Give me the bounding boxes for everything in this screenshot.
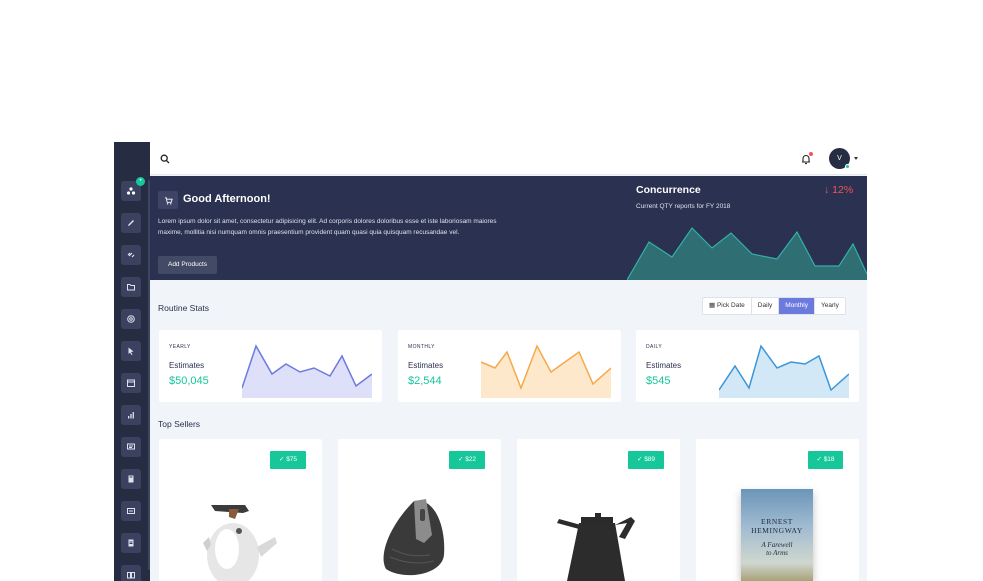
- stat-period-label: MONTHLY: [408, 344, 435, 350]
- online-status-dot: [845, 164, 850, 169]
- book-icon: [128, 475, 134, 483]
- app-window: • V Good Afternoon! Lorem ipsum dolor si…: [114, 142, 867, 581]
- folder-icon: [127, 284, 135, 291]
- pencil-icon: [128, 220, 134, 226]
- stat-estimates-label: Estimates: [169, 361, 205, 370]
- product-card-book[interactable]: ✓ $18 ERNEST HEMINGWAY A Farewell to Arm…: [696, 439, 859, 581]
- sidebar-item-support[interactable]: [121, 309, 141, 329]
- stat-value: $545: [646, 375, 671, 387]
- greeting-text: Lorem ipsum dolor sit amet, consectetur …: [158, 218, 497, 236]
- concurrence-subtitle: Current QTY reports for FY 2018: [636, 203, 731, 210]
- book-title-line-1: A Farewell: [761, 541, 793, 549]
- cursor-icon: [128, 347, 134, 355]
- chart-icon: [128, 412, 134, 419]
- tab-monthly[interactable]: Monthly: [779, 298, 815, 314]
- stat-estimates-label: Estimates: [646, 361, 682, 370]
- open-book-icon: [127, 572, 135, 579]
- sidebar-item-edit[interactable]: [121, 213, 141, 233]
- price-badge: ✓ $75: [270, 451, 306, 469]
- price-badge: ✓ $22: [449, 451, 485, 469]
- sidebar-item-files[interactable]: [121, 277, 141, 297]
- period-selector: ▦ Pick Date Daily Monthly Yearly: [702, 297, 846, 315]
- stat-card-monthly: MONTHLY Estimates $2,544: [398, 330, 621, 402]
- stat-period-label: DAILY: [646, 344, 663, 350]
- pick-date-button[interactable]: ▦ Pick Date: [703, 298, 752, 314]
- sidebar-item-select[interactable]: [121, 341, 141, 361]
- routine-stats-title: Routine Stats: [158, 303, 210, 313]
- sidebar-item-library[interactable]: [121, 565, 141, 581]
- sidebar-item-messages[interactable]: [121, 437, 141, 457]
- sidebar-item-analytics[interactable]: [121, 405, 141, 425]
- greeting-title: Good Afternoon!: [183, 193, 271, 205]
- chat-icon: [127, 443, 135, 450]
- stat-estimates-label: Estimates: [408, 361, 444, 370]
- cart-icon: [158, 191, 178, 209]
- lifebuoy-icon: [127, 315, 135, 323]
- calendar-icon: [127, 379, 135, 387]
- calendar-icon: ▦: [709, 302, 717, 309]
- kettle-image: [203, 505, 277, 581]
- stat-value: $2,544: [408, 375, 442, 387]
- tab-daily[interactable]: Daily: [752, 298, 780, 314]
- price-badge: ✓ $18: [808, 451, 843, 469]
- book-author-line-2: HEMINGWAY: [751, 526, 803, 535]
- product-card-pour-over-kettle[interactable]: ✓ $89: [517, 439, 680, 581]
- top-sellers-title: Top Sellers: [158, 419, 201, 429]
- mouse-image: [383, 499, 445, 576]
- add-products-button[interactable]: Add Products: [158, 256, 217, 274]
- book-image: ERNEST HEMINGWAY A Farewell to Arms: [741, 489, 813, 581]
- sidebar-item-book[interactable]: [121, 469, 141, 489]
- hero-banner: Good Afternoon! Lorem ipsum dolor sit am…: [150, 176, 867, 280]
- daily-sparkline: [719, 344, 849, 398]
- yearly-sparkline: [242, 344, 372, 398]
- sidebar-item-docs[interactable]: [121, 533, 141, 553]
- sidebar-item-card[interactable]: [121, 501, 141, 521]
- product-card-kettle[interactable]: ✓ $75: [159, 439, 322, 581]
- pour-over-kettle-image: [557, 513, 635, 581]
- link-icon: [127, 252, 135, 258]
- book-author-line-1: ERNEST: [761, 517, 793, 526]
- concurrence-title: Concurrence: [636, 184, 701, 196]
- book-title-line-2: to Arms: [766, 549, 788, 557]
- concurrence-sparkline: [627, 227, 867, 280]
- tab-yearly[interactable]: Yearly: [815, 298, 845, 314]
- search-icon[interactable]: [160, 154, 170, 164]
- notification-dot: [809, 152, 813, 156]
- chevron-down-icon[interactable]: [854, 157, 858, 160]
- concurrence-change: ↓ 12%: [824, 184, 854, 196]
- sidebar-item-calendar[interactable]: [121, 373, 141, 393]
- sidebar-item-links[interactable]: [121, 245, 141, 265]
- monthly-sparkline: [481, 344, 611, 398]
- price-badge: ✓ $89: [628, 451, 664, 469]
- stat-value: $50,045: [169, 375, 209, 387]
- sidebar-badge: •: [136, 177, 145, 186]
- id-card-icon: [127, 508, 135, 514]
- stat-card-daily: DAILY Estimates $545: [636, 330, 859, 402]
- pick-date-label: Pick Date: [716, 302, 745, 309]
- document-icon: [128, 539, 134, 547]
- sidebar: •: [114, 142, 150, 581]
- stat-period-label: YEARLY: [169, 344, 191, 350]
- stat-card-yearly: YEARLY Estimates $50,045: [159, 330, 382, 402]
- top-bar: V: [150, 142, 867, 175]
- product-card-mouse[interactable]: ✓ $22: [338, 439, 501, 581]
- cluster-icon: [126, 187, 136, 195]
